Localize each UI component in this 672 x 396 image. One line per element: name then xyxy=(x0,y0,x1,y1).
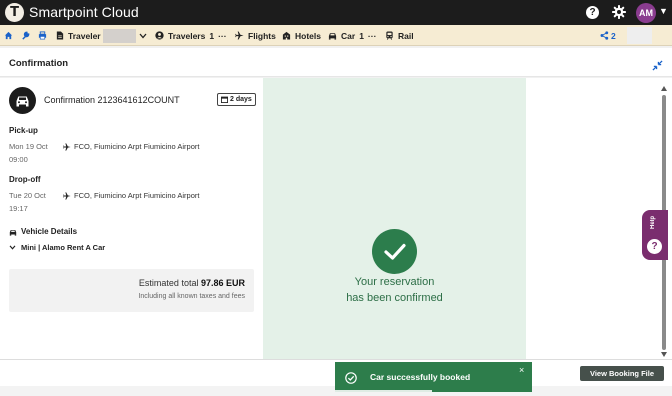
train-icon xyxy=(386,31,393,40)
check-circle-icon xyxy=(345,371,357,389)
travelers-label: Travelers xyxy=(168,30,206,41)
collapse-icon[interactable] xyxy=(652,58,663,76)
print-icon[interactable] xyxy=(38,25,47,46)
hotels-label: Hotels xyxy=(295,30,321,41)
chevron-down-icon xyxy=(9,245,16,250)
total-value: 97.86 EUR xyxy=(200,278,245,288)
traveler-selector[interactable]: Traveler xyxy=(56,25,101,46)
tab-rail[interactable]: Rail xyxy=(385,25,414,46)
plane-icon xyxy=(63,142,71,151)
pickup-label: Pick-up xyxy=(9,126,38,135)
question-icon: ? xyxy=(647,239,662,254)
hotel-icon xyxy=(282,31,291,40)
logo-letter: T xyxy=(10,5,19,20)
dropoff-label: Drop-off xyxy=(9,175,41,184)
flights-label: Flights xyxy=(248,30,276,41)
rail-label: Rail xyxy=(398,30,414,41)
avatar[interactable]: AM xyxy=(636,3,656,23)
confirmed-line2: has been confirmed xyxy=(346,292,443,304)
pickup-time: 09:00 xyxy=(9,155,28,164)
help-icon[interactable]: ? xyxy=(586,6,599,19)
total-line: Estimated total 97.86 EUR xyxy=(139,278,245,288)
tab-flights[interactable]: Flights xyxy=(235,25,276,46)
car-icon xyxy=(9,87,36,114)
chevron-down-icon[interactable]: ▼ xyxy=(659,6,668,16)
taxes-note: Including all known taxes and fees xyxy=(138,293,245,300)
travelers-count: 1 xyxy=(209,30,215,41)
scroll-down-icon[interactable] xyxy=(661,352,667,357)
tab-travelers[interactable]: Travelers 1 ··· xyxy=(155,25,227,46)
share-count: 2 xyxy=(611,30,616,41)
calendar-icon xyxy=(221,96,228,103)
dropoff-location: FCO, Fiumicino Arpt Fiumicino Airport xyxy=(63,191,199,200)
toast-message: Car successfully booked xyxy=(370,372,471,382)
estimated-total-box: Estimated total 97.86 EUR Including all … xyxy=(9,269,254,312)
app-logo: T xyxy=(5,3,24,22)
close-icon[interactable]: × xyxy=(519,365,524,375)
vehicle-details-heading: Vehicle Details xyxy=(9,227,77,236)
confirmation-panel: Your reservation has been confirmed xyxy=(263,78,526,359)
pickup-location-text: FCO, Fiumicino Arpt Fiumicino Airport xyxy=(74,142,200,151)
help-tab[interactable]: Help ? xyxy=(642,210,668,260)
total-label: Estimated total xyxy=(138,278,199,288)
help-label: Help xyxy=(650,216,656,230)
vehicle-summary: Mini | Alamo Rent A Car xyxy=(21,243,106,252)
dropoff-location-text: FCO, Fiumicino Arpt Fiumicino Airport xyxy=(74,191,200,200)
user-icon xyxy=(155,31,164,40)
home-icon[interactable] xyxy=(4,25,13,46)
car-label: Car xyxy=(341,30,356,41)
duration-badge: 2 days xyxy=(217,93,256,106)
success-toast: Car successfully booked × xyxy=(335,362,532,392)
check-icon xyxy=(372,229,417,274)
plane-icon xyxy=(63,191,71,200)
chevron-down-icon[interactable] xyxy=(139,25,147,46)
share-button[interactable]: 2 xyxy=(600,25,616,46)
more-icon[interactable]: ··· xyxy=(218,31,227,41)
scroll-up-icon[interactable] xyxy=(661,86,667,91)
toast-progress xyxy=(335,390,432,392)
traveler-name-redacted xyxy=(103,29,136,43)
car-icon xyxy=(328,33,337,40)
confirmation-header: Confirmation xyxy=(0,48,672,77)
app-title: Smartpoint Cloud xyxy=(29,4,139,20)
car-icon xyxy=(9,229,17,236)
dropoff-date: Tue 20 Oct xyxy=(9,191,46,200)
car-count: 1 xyxy=(359,30,364,41)
tab-car[interactable]: Car 1 ··· xyxy=(328,25,376,46)
plane-icon xyxy=(235,31,244,40)
view-booking-file-button[interactable]: View Booking File xyxy=(580,366,664,381)
pickup-date: Mon 19 Oct xyxy=(9,142,48,151)
wrench-icon[interactable] xyxy=(21,25,30,46)
document-icon xyxy=(56,31,64,40)
dropoff-time: 19:17 xyxy=(9,204,28,213)
vehicle-label: Vehicle Details xyxy=(21,227,78,236)
confirmed-line1: Your reservation xyxy=(354,276,435,288)
confirmation-number: Confirmation 2123641612COUNT xyxy=(44,95,180,105)
duration-text: 2 days xyxy=(230,96,252,103)
app-bar: T Smartpoint Cloud ? AM ▼ xyxy=(0,0,672,25)
tab-hotels[interactable]: Hotels xyxy=(282,25,321,46)
gear-icon[interactable] xyxy=(611,4,627,25)
booking-details-panel: Confirmation 2123641612COUNT 2 days Pick… xyxy=(0,78,263,359)
workspace-toolbar: Traveler Travelers 1 ··· Flights Hotels … xyxy=(0,25,672,46)
more-icon[interactable]: ··· xyxy=(368,31,377,41)
pickup-location: FCO, Fiumicino Arpt Fiumicino Airport xyxy=(63,142,199,151)
page-title: Confirmation xyxy=(9,58,69,69)
toolbar-placeholder xyxy=(627,27,652,44)
vehicle-expander[interactable]: Mini | Alamo Rent A Car xyxy=(9,243,105,252)
traveler-label: Traveler xyxy=(68,30,101,41)
share-icon xyxy=(600,31,609,40)
